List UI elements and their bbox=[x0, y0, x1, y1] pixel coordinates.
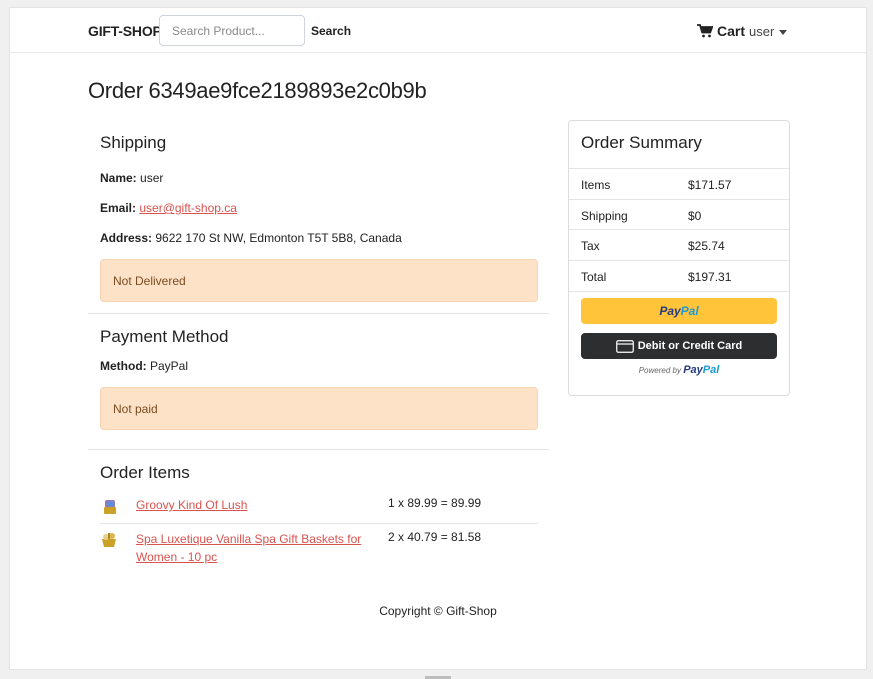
order-details: Shipping Name: user Email: user@gift-sho… bbox=[88, 120, 549, 580]
summary-row-items: Items $171.57 bbox=[569, 168, 789, 200]
name-value: user bbox=[140, 171, 164, 185]
method-value: PayPal bbox=[150, 359, 189, 373]
paypal-logo-pal: Pal bbox=[680, 304, 699, 318]
chevron-down-icon bbox=[779, 29, 788, 35]
search-button[interactable]: Search bbox=[311, 24, 351, 38]
payment-section: Payment Method Method: PayPal Not paid bbox=[88, 314, 549, 450]
cart-label: Cart bbox=[717, 23, 746, 39]
summary-label: Total bbox=[581, 270, 607, 284]
paypal-logo-pal: Pal bbox=[702, 364, 720, 376]
powered-by-label: Powered by bbox=[638, 366, 681, 375]
search-input[interactable] bbox=[159, 15, 305, 46]
order-item-link[interactable]: Groovy Kind Of Lush bbox=[136, 496, 366, 514]
order-item-link[interactable]: Spa Luxetique Vanilla Spa Gift Baskets f… bbox=[136, 530, 366, 566]
order-summary-card: Order Summary Items $171.57 Shipping $0 … bbox=[568, 120, 790, 396]
name-label: Name: bbox=[100, 171, 137, 185]
order-item-list: Groovy Kind Of Lush 1 x 89.99 = 89.99 Sp… bbox=[100, 491, 538, 574]
debit-credit-card-button[interactable]: Debit or Credit Card bbox=[581, 333, 777, 359]
shipping-section: Shipping Name: user Email: user@gift-sho… bbox=[88, 120, 549, 314]
shipping-email: Email: user@gift-shop.ca bbox=[100, 201, 237, 215]
order-items-section: Order Items Groovy Kind Of Lush 1 x 89.9… bbox=[88, 450, 549, 580]
email-label: Email: bbox=[100, 201, 137, 215]
paypal-logo: PayPal bbox=[659, 304, 698, 318]
paypal-logo: PayPal bbox=[683, 364, 719, 376]
paypal-button[interactable]: PayPal bbox=[581, 298, 777, 324]
list-item: Groovy Kind Of Lush 1 x 89.99 = 89.99 bbox=[100, 491, 538, 524]
summary-value: $0 bbox=[688, 209, 702, 223]
powered-by-paypal: Powered by PayPal bbox=[569, 364, 789, 376]
summary-row-total: Total $197.31 bbox=[569, 260, 789, 292]
list-item: Spa Luxetique Vanilla Spa Gift Baskets f… bbox=[100, 524, 538, 574]
payment-method: Method: PayPal bbox=[100, 359, 188, 373]
summary-label: Shipping bbox=[581, 209, 628, 223]
paypal-logo-pay: Pay bbox=[683, 364, 703, 376]
order-summary-heading: Order Summary bbox=[581, 133, 702, 152]
payment-status-alert: Not paid bbox=[100, 387, 538, 430]
summary-value: $25.74 bbox=[688, 239, 725, 253]
payment-heading: Payment Method bbox=[100, 327, 229, 346]
order-item-calc: 1 x 89.99 = 89.99 bbox=[388, 496, 482, 510]
navbar: GIFT-SHOP Search Cart user bbox=[10, 8, 866, 53]
footer-copyright: Copyright © Gift-Shop bbox=[379, 604, 497, 618]
method-label: Method: bbox=[100, 359, 147, 373]
product-thumbnail-icon bbox=[104, 500, 116, 514]
page-title: Order 6349ae9fce2189893e2c0b9b bbox=[88, 78, 427, 103]
address-label: Address: bbox=[100, 231, 153, 245]
order-items-heading: Order Items bbox=[100, 463, 190, 482]
summary-row-shipping: Shipping $0 bbox=[569, 199, 789, 231]
shipping-heading: Shipping bbox=[100, 133, 167, 152]
brand-logo[interactable]: GIFT-SHOP bbox=[88, 23, 162, 39]
credit-card-icon bbox=[615, 339, 634, 353]
summary-row-tax: Tax $25.74 bbox=[569, 229, 789, 261]
cart-icon bbox=[697, 24, 713, 38]
shipping-address: Address: 9622 170 St NW, Edmonton T5T 5B… bbox=[100, 231, 402, 245]
shipping-name: Name: user bbox=[100, 171, 163, 185]
user-label: user bbox=[749, 24, 775, 39]
summary-value: $197.31 bbox=[688, 270, 732, 284]
delivery-status-alert: Not Delivered bbox=[100, 259, 538, 302]
product-thumbnail-icon bbox=[102, 533, 116, 547]
debit-credit-card-label: Debit or Credit Card bbox=[637, 340, 743, 352]
order-item-calc: 2 x 40.79 = 81.58 bbox=[388, 530, 482, 544]
summary-label: Tax bbox=[581, 239, 600, 253]
summary-divider bbox=[569, 291, 789, 293]
cart-link[interactable]: Cart bbox=[697, 23, 745, 39]
user-dropdown[interactable]: user bbox=[749, 24, 788, 39]
paypal-logo-pay: Pay bbox=[659, 304, 681, 318]
summary-label: Items bbox=[581, 178, 611, 192]
summary-value: $171.57 bbox=[688, 178, 732, 192]
address-value: 9622 170 St NW, Edmonton T5T 5B8, Canada bbox=[155, 231, 402, 245]
page-frame: GIFT-SHOP Search Cart user Order 6349ae9… bbox=[9, 7, 867, 670]
email-link[interactable]: user@gift-shop.ca bbox=[139, 201, 237, 215]
